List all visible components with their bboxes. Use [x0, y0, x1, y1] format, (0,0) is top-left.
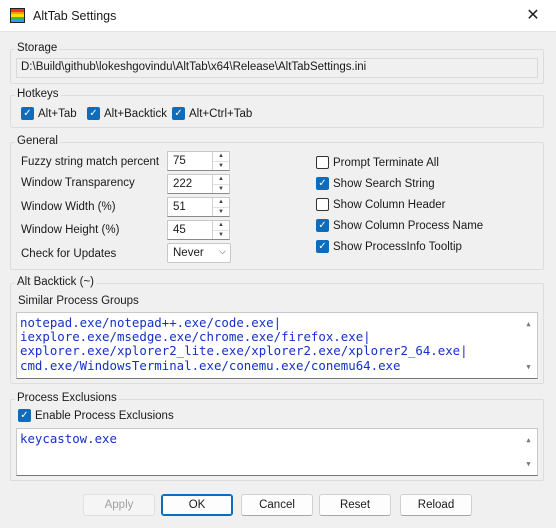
scroll-up-icon[interactable]: ▲	[520, 433, 537, 447]
transparency-label: Window Transparency	[21, 177, 135, 189]
window-height-label: Window Height (%)	[21, 224, 120, 236]
show-column-header-checkbox[interactable]: Show Column Header	[316, 198, 446, 211]
alt-backtick-label: Alt Backtick (~)	[15, 276, 97, 288]
hotkeys-label: Hotkeys	[15, 88, 61, 100]
app-icon	[10, 8, 25, 23]
checkbox-unchecked-icon	[316, 198, 329, 211]
window-width-spinner[interactable]: 51 ▲ ▼	[167, 197, 230, 217]
reload-button[interactable]: Reload	[400, 494, 472, 516]
checkbox-checked-icon: ✓	[21, 107, 34, 120]
spin-up-icon[interactable]: ▲	[213, 152, 229, 162]
chevron-down-icon: ⌵	[219, 246, 226, 256]
process-exclusions-textarea[interactable]: keycastow.exe ▲ ▼	[16, 428, 538, 476]
show-search-string-checkbox[interactable]: ✓ Show Search String	[316, 177, 435, 190]
window-height-spinner[interactable]: 45 ▲ ▼	[167, 220, 230, 240]
window-title: AltTab Settings	[33, 9, 117, 23]
checkbox-unchecked-icon	[316, 156, 329, 169]
spin-up-icon[interactable]: ▲	[213, 175, 229, 185]
transparency-spinner[interactable]: 222 ▲ ▼	[167, 174, 230, 194]
checkbox-label: Show ProcessInfo Tooltip	[333, 240, 462, 253]
spinner-value: 45	[173, 224, 186, 236]
show-processinfo-tooltip-checkbox[interactable]: ✓ Show ProcessInfo Tooltip	[316, 240, 462, 253]
hotkey-alt-tab-checkbox[interactable]: ✓ Alt+Tab	[21, 107, 77, 120]
fuzzy-match-label: Fuzzy string match percent	[21, 156, 160, 168]
prompt-terminate-all-checkbox[interactable]: Prompt Terminate All	[316, 156, 439, 169]
checkbox-checked-icon: ✓	[316, 219, 329, 232]
text-line: iexplore.exe/msedge.exe/chrome.exe/firef…	[20, 329, 371, 345]
checkbox-label: Alt+Ctrl+Tab	[189, 107, 253, 120]
checkbox-checked-icon: ✓	[316, 177, 329, 190]
checkbox-label: Alt+Backtick	[104, 107, 167, 120]
spin-up-icon[interactable]: ▲	[213, 198, 229, 208]
hotkey-alt-backtick-checkbox[interactable]: ✓ Alt+Backtick	[87, 107, 167, 120]
text-line: notepad.exe/notepad++.exe/code.exe|	[20, 315, 282, 330]
show-column-process-name-checkbox[interactable]: ✓ Show Column Process Name	[316, 219, 483, 232]
reset-button[interactable]: Reset	[319, 494, 391, 516]
window-width-label: Window Width (%)	[21, 201, 116, 213]
close-icon[interactable]: ✕	[522, 5, 544, 27]
checkbox-checked-icon: ✓	[18, 409, 31, 422]
similar-process-groups-textarea[interactable]: notepad.exe/notepad++.exe/code.exe| iexp…	[16, 312, 538, 379]
checkbox-label: Enable Process Exclusions	[35, 409, 174, 422]
checkbox-label: Show Column Process Name	[333, 219, 484, 232]
checkbox-label: Show Search String	[333, 177, 435, 190]
enable-process-exclusions-checkbox[interactable]: ✓ Enable Process Exclusions	[18, 409, 174, 422]
checkbox-label: Show Column Header	[333, 198, 446, 211]
spin-down-icon[interactable]: ▼	[213, 162, 229, 171]
scroll-down-icon[interactable]: ▼	[520, 457, 537, 471]
select-value: Never	[173, 247, 204, 259]
checkbox-label: Prompt Terminate All	[333, 156, 439, 169]
storage-path-field[interactable]: D:\Build\github\lokeshgovindu\AltTab\x64…	[16, 58, 538, 78]
spin-down-icon[interactable]: ▼	[213, 208, 229, 217]
spinner-value: 51	[173, 201, 186, 213]
cancel-button[interactable]: Cancel	[241, 494, 313, 516]
spinner-value: 75	[173, 155, 186, 167]
text-line: cmd.exe/WindowsTerminal.exe/conemu.exe/c…	[20, 357, 401, 373]
checkbox-label: Alt+Tab	[38, 107, 77, 120]
similar-process-groups-label: Similar Process Groups	[18, 295, 139, 307]
check-updates-label: Check for Updates	[21, 248, 117, 260]
scroll-up-icon[interactable]: ▲	[520, 317, 537, 331]
spinner-value: 222	[173, 178, 193, 190]
storage-label: Storage	[15, 42, 60, 54]
vertical-scrollbar[interactable]: ▲ ▼	[520, 429, 537, 475]
vertical-scrollbar[interactable]: ▲ ▼	[520, 313, 537, 378]
check-updates-select[interactable]: Never ⌵	[167, 243, 231, 263]
spin-down-icon[interactable]: ▼	[213, 185, 229, 194]
checkbox-checked-icon: ✓	[316, 240, 329, 253]
hotkey-alt-ctrl-tab-checkbox[interactable]: ✓ Alt+Ctrl+Tab	[172, 107, 252, 120]
fuzzy-match-spinner[interactable]: 75 ▲ ▼	[167, 151, 230, 171]
spin-down-icon[interactable]: ▼	[213, 231, 229, 240]
checkbox-checked-icon: ✓	[87, 107, 100, 120]
apply-button[interactable]: Apply	[83, 494, 155, 516]
text-line: keycastow.exe	[20, 431, 117, 446]
process-exclusions-label: Process Exclusions	[15, 392, 119, 404]
scroll-down-icon[interactable]: ▼	[520, 360, 537, 374]
title-bar: AltTab Settings ✕	[0, 0, 556, 32]
spin-up-icon[interactable]: ▲	[213, 221, 229, 231]
text-line: explorer.exe/xplorer2_lite.exe/xplorer2.…	[20, 343, 468, 359]
ok-button[interactable]: OK	[161, 494, 233, 516]
checkbox-checked-icon: ✓	[172, 107, 185, 120]
general-label: General	[15, 135, 60, 147]
